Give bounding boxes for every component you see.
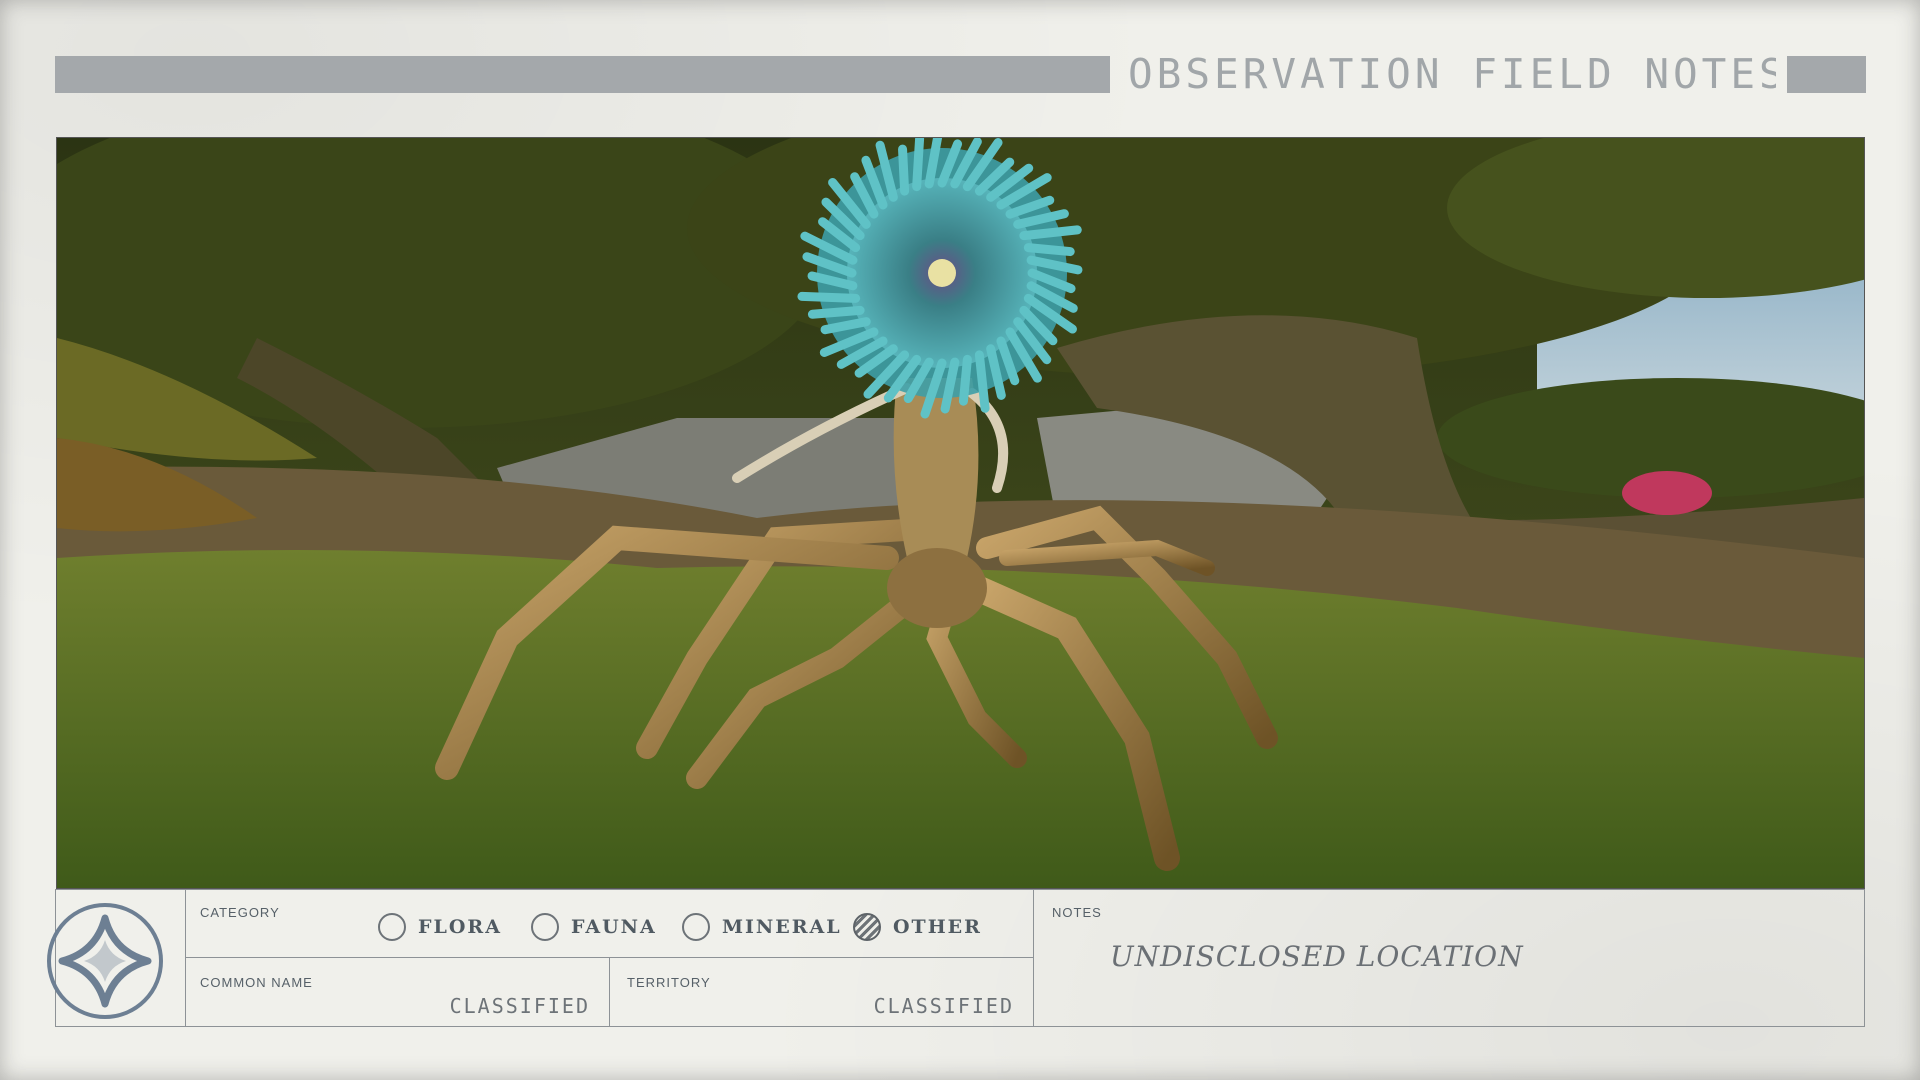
category-label: CATEGORY — [200, 905, 280, 920]
option-flora[interactable]: FLORA — [378, 912, 502, 942]
territory-value: CLASSIFIED — [873, 994, 1014, 1018]
header-bar-right — [1787, 56, 1866, 93]
fauna-label: FAUNA — [571, 916, 657, 938]
flora-label: FLORA — [418, 916, 502, 938]
other-radio[interactable] — [853, 913, 881, 941]
creature-photo — [56, 137, 1865, 889]
header-bar-left — [55, 56, 1110, 93]
territory-label: TERRITORY — [627, 975, 711, 990]
fauna-radio[interactable] — [531, 913, 559, 941]
divider-notes — [1033, 890, 1034, 1026]
notes-value: UNDISCLOSED LOCATION — [1110, 940, 1524, 973]
option-mineral[interactable]: MINERAL — [682, 912, 842, 942]
common-name-label: COMMON NAME — [200, 975, 313, 990]
field-notes-card: OBSERVATION FIELD NOTES CATEGORY FLORA F… — [0, 0, 1920, 1080]
star-emblem-icon — [47, 903, 163, 1019]
option-other[interactable]: OTHER — [853, 912, 982, 942]
common-name-value: CLASSIFIED — [449, 994, 590, 1018]
option-fauna[interactable]: FAUNA — [531, 912, 657, 942]
flora-radio[interactable] — [378, 913, 406, 941]
notes-label: NOTES — [1052, 905, 1102, 920]
mineral-radio[interactable] — [682, 913, 710, 941]
divider-name — [609, 958, 610, 1026]
divider-emblem — [185, 890, 186, 1026]
page-title: OBSERVATION FIELD NOTES — [1128, 50, 1776, 98]
other-label: OTHER — [893, 916, 982, 938]
mineral-label: MINERAL — [722, 916, 842, 938]
